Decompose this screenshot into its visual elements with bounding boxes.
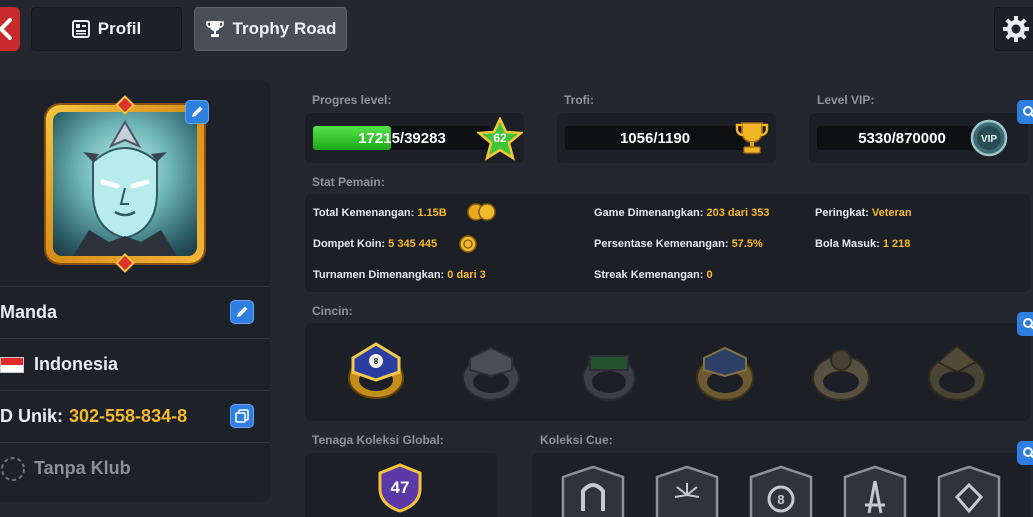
rings-label: Cincin:: [312, 304, 353, 318]
level-progress-label: Progres level:: [312, 93, 392, 107]
country-row: Indonesia: [0, 338, 270, 390]
level-progress-text: 17215/39283: [358, 129, 446, 147]
settings-button[interactable]: [994, 7, 1033, 51]
ring-icon-dark-gold[interactable]: [924, 340, 990, 406]
profile-panel: Manda Indonesia D Unik: 302-558-834-8 Ta…: [0, 80, 270, 502]
profile-card-icon: [71, 20, 90, 38]
vip-badge-icon: VIP: [970, 119, 1008, 157]
cue-collection-label: Koleksi Cue:: [540, 433, 613, 447]
copy-id-button[interactable]: [230, 404, 254, 428]
search-icon: [1023, 106, 1033, 118]
stat-total-wins: Total Kemenangan: 1.15B: [313, 207, 447, 219]
coin-stack-icon: [467, 203, 496, 221]
tab-profil[interactable]: Profil: [31, 7, 182, 51]
top-bar: Profil Trophy Road: [0, 0, 1033, 60]
cue-landmark-shield-icon[interactable]: [841, 465, 909, 517]
club-row[interactable]: Tanpa Klub: [0, 442, 270, 494]
search-icon: [1023, 318, 1033, 330]
coin-icon: [459, 235, 477, 253]
vip-level-label: Level VIP:: [817, 93, 875, 107]
avatar-portrait: [53, 112, 197, 256]
stat-win-percentage: Persentase Kemenangan: 57.5%: [594, 238, 763, 250]
unique-id-label: D Unik:: [0, 406, 63, 426]
collection-power-value: 47: [390, 478, 410, 497]
rings-card: [305, 323, 1030, 421]
vip-text: 5330/870000: [858, 129, 946, 147]
global-collection-power-label: Tenaga Koleksi Global:: [312, 433, 444, 447]
cue-diamond-shield-icon[interactable]: [935, 465, 1003, 517]
ring-icon-green[interactable]: [576, 340, 642, 406]
svg-text:VIP: VIP: [981, 134, 997, 145]
cue-collection-info-button[interactable]: [1017, 441, 1033, 465]
cue-firework-shield-icon[interactable]: [653, 465, 721, 517]
country-name: Indonesia: [34, 354, 119, 374]
pencil-icon: [192, 106, 203, 117]
level-number: 62: [493, 131, 507, 145]
trophy-gold-icon: [735, 122, 769, 154]
search-icon: [1023, 447, 1033, 459]
avatar[interactable]: [46, 105, 204, 263]
edit-avatar-button[interactable]: [185, 100, 209, 124]
avatar-face-image: [73, 120, 177, 256]
cue-horseshoe-shield-icon[interactable]: [559, 465, 627, 517]
pencil-icon: [237, 306, 248, 317]
rings-info-button[interactable]: [1017, 312, 1033, 336]
player-stats-label: Stat Pemain:: [312, 175, 385, 189]
tab-profil-label: Profil: [97, 19, 142, 38]
gear-icon: [1003, 16, 1029, 42]
ring-icon-bronze[interactable]: [808, 340, 874, 406]
trophy-label: Trofi:: [564, 93, 594, 107]
indonesia-flag-icon: [0, 356, 24, 373]
copy-icon: [235, 409, 249, 423]
stat-balls-potted: Bola Masuk: 1 218: [815, 238, 911, 250]
unique-id-value: 302-558-834-8: [69, 406, 188, 426]
ring-icon-silver[interactable]: [458, 340, 524, 406]
cue-8ball-shield-icon[interactable]: 8: [747, 465, 815, 517]
player-name: Manda: [0, 302, 58, 322]
club-name: Tanpa Klub: [34, 458, 131, 478]
vip-bar: 5330/870000: [817, 126, 987, 150]
back-button[interactable]: [0, 7, 20, 51]
edit-name-button[interactable]: [230, 300, 254, 324]
ring-icon-gold[interactable]: 8: [343, 338, 409, 404]
back-arrow-icon: [0, 18, 12, 40]
stat-tournaments-won: Turnamen Dimenangkan: 0 dari 3: [313, 269, 486, 281]
level-progress-bar: 17215/39283: [313, 126, 491, 150]
trophy-bar: 1056/1190: [565, 126, 745, 150]
trophy-icon: [205, 21, 224, 37]
svg-text:8: 8: [777, 492, 784, 507]
stat-win-streak: Streak Kemenangan: 0: [594, 269, 713, 281]
stat-games-won: Game Dimenangkan: 203 dari 353: [594, 207, 770, 219]
stat-rank: Peringkat: Veteran: [815, 207, 912, 219]
svg-text:8: 8: [374, 357, 379, 366]
trophy-text: 1056/1190: [619, 129, 691, 147]
tab-trophy-road[interactable]: Trophy Road: [194, 7, 347, 51]
club-placeholder-icon: [1, 456, 25, 481]
ring-icon-gold-blue[interactable]: [692, 340, 758, 406]
tab-trophy-road-label: Trophy Road: [232, 19, 337, 38]
vip-info-button[interactable]: [1017, 100, 1033, 124]
stat-coin-wallet: Dompet Koin: 5 345 445: [313, 238, 438, 250]
